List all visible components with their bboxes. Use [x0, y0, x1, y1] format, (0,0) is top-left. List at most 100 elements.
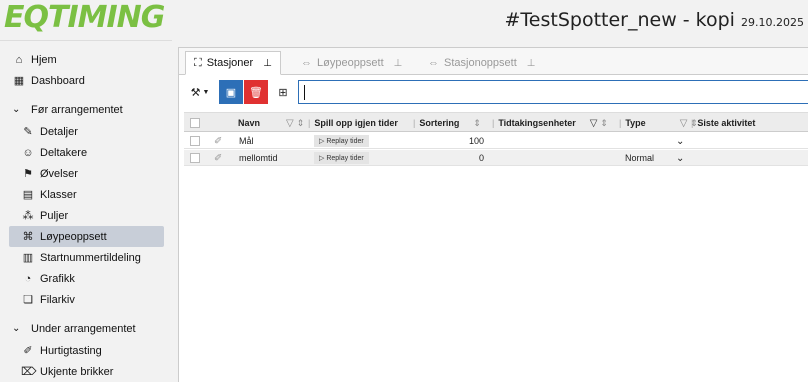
grid-add-icon: ⊞	[278, 86, 288, 99]
sidebar-item-dashboard[interactable]: ▦ Dashboard	[9, 70, 164, 91]
sidebar-item-label: Filarkiv	[40, 293, 75, 306]
logo-timing: TIMING	[48, 0, 165, 35]
sort-icon[interactable]: ⇕	[297, 118, 305, 129]
table-header: Navn ▽ ⇕ | Spill opp igjen tider | Sortering…	[184, 112, 808, 132]
cell-navn: mellomtid	[239, 153, 278, 163]
station-icon: ⛶	[194, 56, 202, 69]
sidebar-item-label: Startnummertildeling	[40, 251, 141, 264]
dashboard-icon: ▦	[13, 75, 25, 87]
column-header-tidtakingsenheter[interactable]: | Tidtakingsenheter ▽ ⇕	[492, 113, 608, 133]
flag-icon: ⚑	[23, 168, 33, 180]
class-icon: ▤	[22, 189, 34, 201]
tools-icon: ⚒	[190, 86, 201, 99]
replay-button[interactable]: ▷ Replay tider	[314, 150, 369, 166]
pin-icon[interactable]: ⊥	[263, 58, 272, 69]
column-header-type[interactable]: | Type ▽ ⇕	[619, 113, 698, 133]
save-button[interactable]: ▣	[219, 80, 243, 104]
sidebar-item-detaljer[interactable]: ✎ Detaljer	[9, 121, 164, 142]
sidebar-item-loypeoppsett[interactable]: ⌘ Løypeoppsett	[9, 226, 164, 247]
sort-icon[interactable]: ⇕	[600, 118, 608, 129]
group-icon: ⁂	[22, 210, 34, 222]
files-icon: ❏	[23, 294, 33, 306]
sidebar-item-label: Klasser	[40, 188, 77, 201]
tab-loypeoppsett[interactable]: ⇔ Løypeoppsett ⊥	[293, 51, 410, 75]
chevron-down-icon: ⌄	[12, 104, 21, 115]
pin-icon[interactable]: ⊥	[394, 58, 403, 69]
filter-active-icon[interactable]: ▽	[590, 118, 598, 129]
event-title: #TestSpotter_new - kopi 29.10.2025	[504, 9, 804, 31]
delete-button[interactable]: 🗑	[244, 80, 268, 104]
trash-icon: 🗑	[249, 86, 263, 99]
sidebar-item-label: Løypeoppsett	[40, 230, 107, 243]
sidebar-item-ukjente-brikker[interactable]: ⌦ Ukjente brikker	[9, 361, 164, 382]
section-before-event[interactable]: ⌄ Før arrangementet	[9, 99, 123, 120]
sidebar-item-grafikk[interactable]: ◔ Grafikk	[9, 268, 164, 289]
graphics-icon: ◔	[24, 272, 32, 285]
sidebar-item-label: Hurtigtasting	[40, 344, 102, 357]
sidebar-item-ovelser[interactable]: ⚑ Øvelser	[9, 163, 164, 184]
chevron-down-icon[interactable]: ⌄	[676, 133, 684, 149]
pin-icon[interactable]: ⊥	[527, 58, 536, 69]
cell-type: Normal	[625, 153, 655, 163]
sidebar-item-filarkiv[interactable]: ❏ Filarkiv	[9, 289, 164, 310]
home-icon: ⌂	[15, 53, 23, 66]
station-setup-icon: ⇔	[428, 57, 439, 69]
section-during-event[interactable]: ⌄ Under arrangementet	[9, 318, 136, 339]
columns-button[interactable]: ⊞	[272, 80, 294, 104]
logo-eq: EQ	[4, 0, 49, 35]
sidebar-item-hurtigtasting[interactable]: ✐ Hurtigtasting	[9, 340, 164, 361]
tab-label: Løypeoppsett	[317, 57, 384, 69]
sidebar-item-label: Hjem	[31, 53, 57, 66]
event-date: 29.10.2025	[741, 16, 804, 29]
sidebar-item-hjem[interactable]: ⌂ Hjem	[9, 49, 164, 70]
tab-bar: ⛶ Stasjoner ⊥ ⇔ Løypeoppsett ⊥ ⇔ Stasjonoppse…	[179, 48, 808, 75]
course-icon: ⌘	[22, 231, 34, 243]
row-checkbox[interactable]	[190, 150, 200, 166]
column-header-siste-aktivitet[interactable]: | Siste aktivitet	[691, 113, 755, 133]
tools-dropdown-button[interactable]: ⚒ ▼	[184, 80, 216, 104]
filter-icon[interactable]: ▽	[286, 118, 294, 129]
table-row[interactable]: ✐ Mål ▷ Replay tider 100 ⌄	[184, 133, 808, 149]
column-header-replay[interactable]: | Spill opp igjen tider	[308, 113, 398, 133]
sidebar-item-label: Grafikk	[40, 272, 75, 285]
filter-icon[interactable]: ▽	[680, 118, 688, 129]
edit-icon: ✎	[23, 126, 33, 138]
users-icon: ☺	[22, 146, 34, 159]
select-all-checkbox[interactable]	[190, 113, 200, 133]
text-caret	[304, 85, 305, 100]
tag-icon: ⌦	[21, 366, 37, 378]
chevron-down-icon: ▼	[202, 88, 210, 96]
chevron-down-icon[interactable]: ⌄	[676, 150, 684, 166]
tab-stasjoner[interactable]: ⛶ Stasjoner ⊥	[185, 51, 281, 75]
sidebar-item-startnummertildeling[interactable]: ▥ Startnummertildeling	[9, 247, 164, 268]
table-row[interactable]: ✐ mellomtid ▷ Replay tider 0 Normal ⌄	[184, 150, 808, 166]
sidebar-item-label: Ukjente brikker	[40, 365, 114, 378]
column-header-sortering[interactable]: | Sortering ⇕	[413, 113, 493, 133]
event-name: #TestSpotter_new - kopi	[504, 9, 735, 31]
sidebar-item-klasser[interactable]: ▤ Klasser	[9, 184, 164, 205]
tab-stasjonoppsett[interactable]: ⇔ Stasjonoppsett ⊥	[420, 51, 544, 75]
section-label: Under arrangementet	[31, 322, 136, 335]
section-label: Før arrangementet	[31, 103, 123, 116]
sort-icon[interactable]: ⇕	[473, 118, 481, 129]
app-logo[interactable]: EQTIMING	[4, 0, 165, 35]
save-icon: ▣	[225, 86, 237, 99]
column-header-navn[interactable]: Navn ▽ ⇕	[238, 113, 310, 133]
sidebar-item-label: Øvelser	[40, 167, 78, 180]
row-checkbox[interactable]	[190, 133, 200, 149]
row-edit-icon[interactable]: ✐	[214, 133, 222, 149]
tab-label: Stasjonoppsett	[444, 57, 517, 69]
tab-label: Stasjoner	[206, 57, 254, 69]
cell-sortering: 0	[478, 153, 484, 163]
toolbar: ⚒ ▼ ▣ 🗑 ⊞	[184, 80, 808, 104]
sidebar-item-label: Dashboard	[31, 74, 85, 87]
app-header: EQTIMING #TestSpotter_new - kopi 29.10.2…	[0, 0, 808, 40]
row-edit-icon[interactable]: ✐	[214, 150, 222, 166]
search-input[interactable]	[298, 80, 808, 104]
sidebar: ⌂ Hjem ▦ Dashboard ⌄ Før arrangementet ✎ Det…	[0, 40, 172, 382]
sidebar-item-puljer[interactable]: ⁂ Puljer	[9, 205, 164, 226]
replay-button[interactable]: ▷ Replay tider	[314, 133, 369, 149]
sidebar-item-label: Deltakere	[40, 146, 88, 159]
chevron-down-icon: ⌄	[12, 323, 21, 334]
sidebar-item-deltakere[interactable]: ☺ Deltakere	[9, 142, 164, 163]
